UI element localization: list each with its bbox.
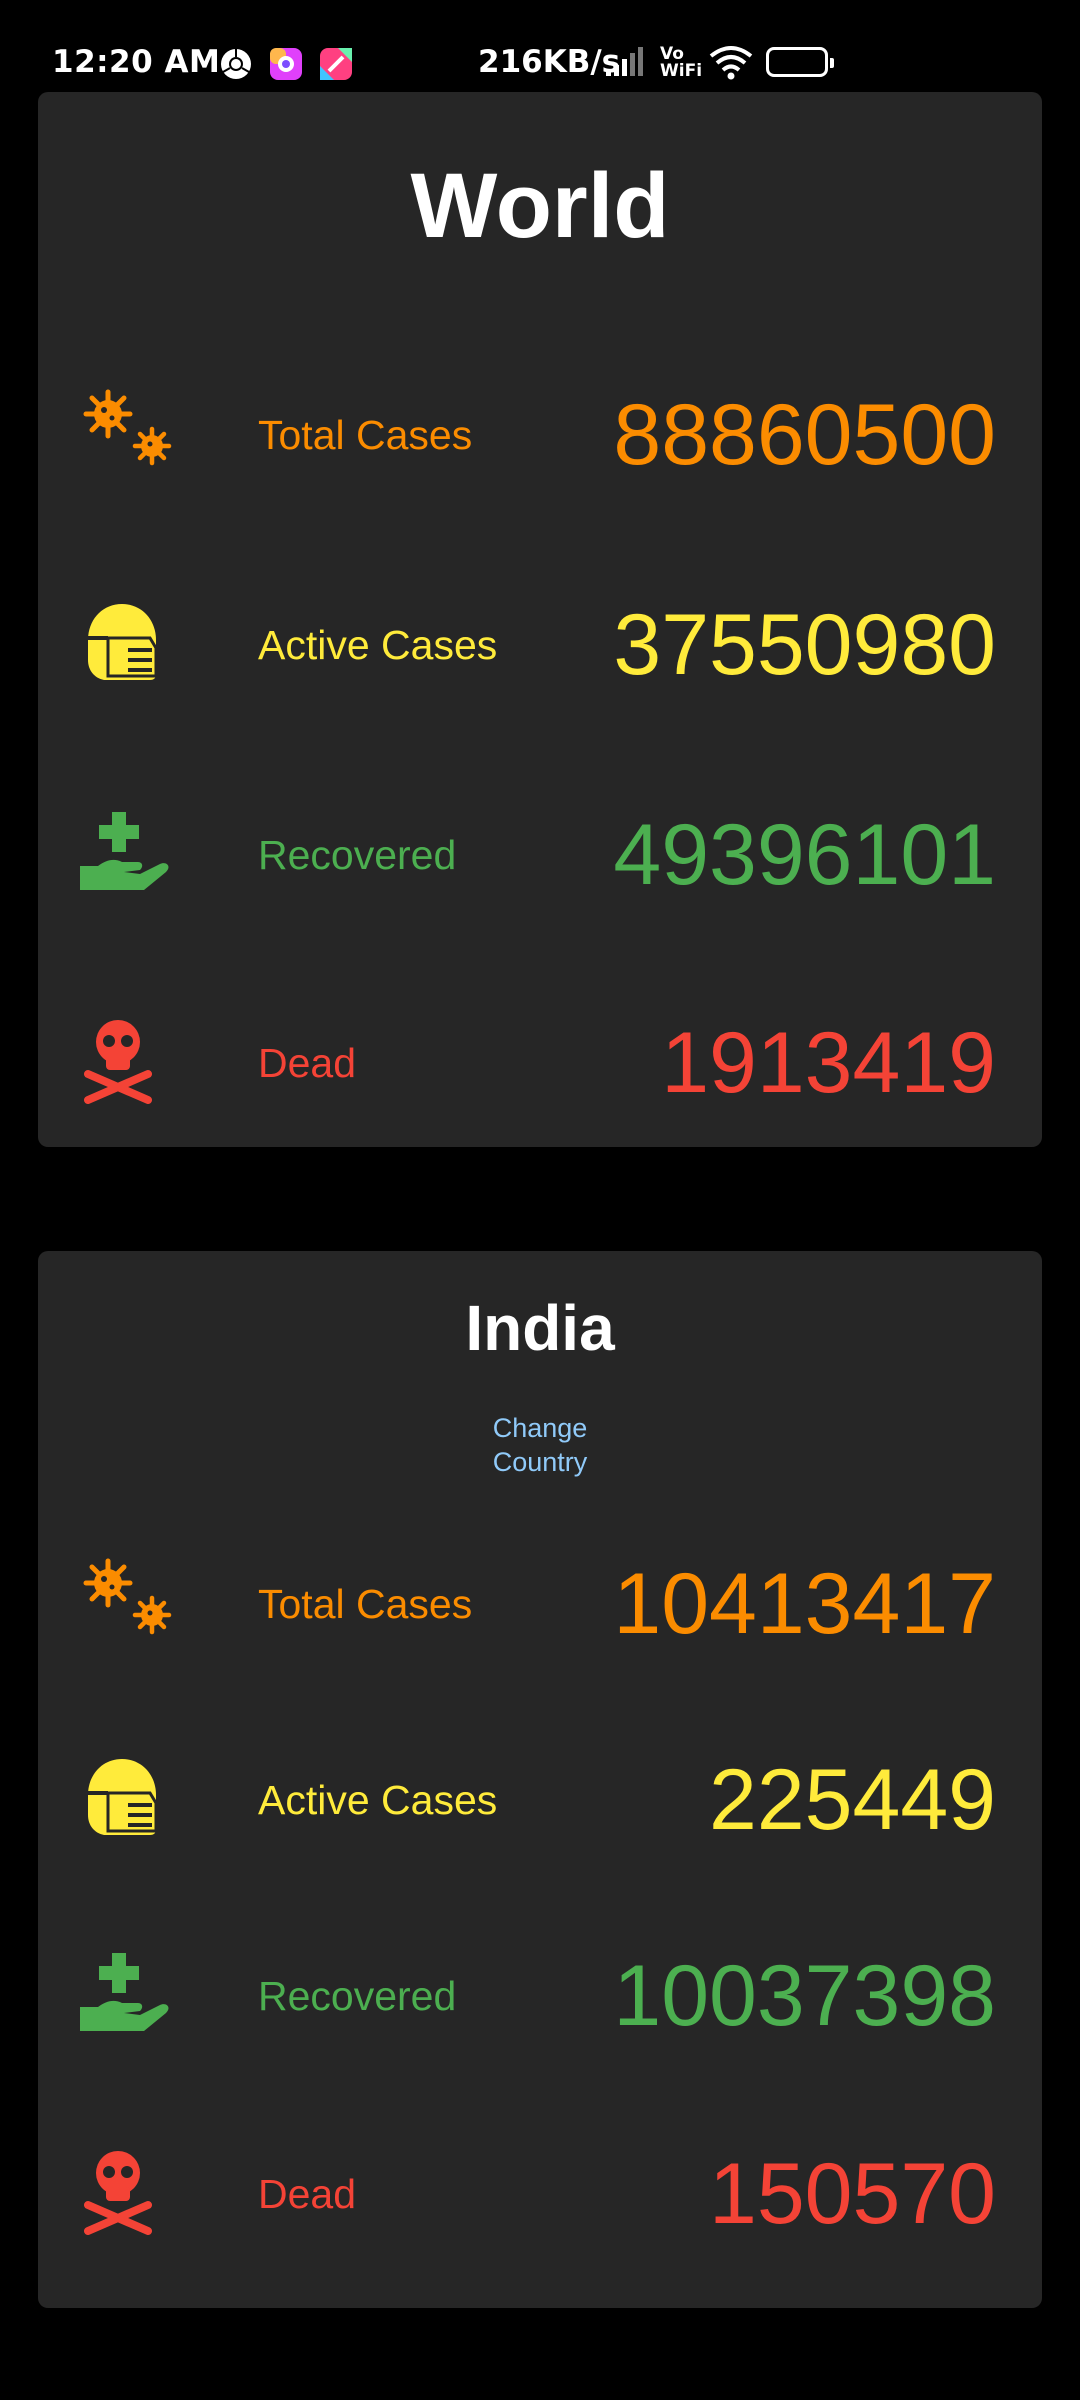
skull-crossbones-icon xyxy=(84,1020,152,1104)
virus-icon xyxy=(83,1558,172,1635)
country-stats-card: India Change Country Total Cases 1041341… xyxy=(38,1251,1042,2308)
wifi-icon xyxy=(709,46,753,80)
stat-label: Total Cases xyxy=(258,1581,473,1627)
photo-app-icon xyxy=(270,48,302,80)
status-bar: 12:20 AM 216KB/s Vo WiFi 51 xyxy=(0,0,1080,92)
stat-value: 1913419 xyxy=(661,1015,996,1111)
change-country-button[interactable]: Change Country xyxy=(38,1411,1042,1479)
stat-value: 225449 xyxy=(709,1752,996,1848)
hand-medical-icon xyxy=(80,1953,169,2031)
stat-value: 10037398 xyxy=(613,1948,996,2044)
stat-value: 49396101 xyxy=(613,807,996,903)
shortcut-app-icon xyxy=(320,48,352,80)
stat-row-active-cases: Active Cases 225449 xyxy=(38,1747,1042,1847)
stat-label: Dead xyxy=(258,2171,357,2217)
stat-row-dead: Dead 1913419 xyxy=(38,1010,1042,1110)
card-title-country: India xyxy=(465,1292,615,1364)
card-title-world: World xyxy=(410,155,670,257)
stat-row-total-cases: Total Cases 88860500 xyxy=(38,382,1042,482)
cellular-signal-icon xyxy=(606,47,643,76)
vowifi-indicator: Vo WiFi xyxy=(660,44,703,81)
stat-label: Recovered xyxy=(258,832,457,878)
status-time: 12:20 AM xyxy=(52,44,221,80)
world-stats-card: World Total Cases 88860500 Active Cases … xyxy=(38,92,1042,1147)
stat-label: Recovered xyxy=(258,1973,457,2019)
stat-label: Dead xyxy=(258,1040,357,1086)
masked-face-icon xyxy=(88,604,158,680)
stat-value: 10413417 xyxy=(613,1556,996,1652)
masked-face-icon xyxy=(88,1759,158,1835)
network-speed: 216KB/s xyxy=(478,44,621,80)
stat-label: Active Cases xyxy=(258,1777,498,1823)
hand-medical-icon xyxy=(80,812,169,890)
stat-label: Total Cases xyxy=(258,412,473,458)
battery-level-text: 51 xyxy=(783,49,811,73)
stat-row-recovered: Recovered 10037398 xyxy=(38,1943,1042,2043)
stat-value: 150570 xyxy=(709,2146,996,2242)
stat-row-active-cases: Active Cases 37550980 xyxy=(38,592,1042,692)
skull-crossbones-icon xyxy=(84,2151,152,2235)
battery-icon: 51 xyxy=(766,47,834,77)
stat-label: Active Cases xyxy=(258,622,498,668)
stat-row-recovered: Recovered 49396101 xyxy=(38,802,1042,902)
virus-icon xyxy=(83,389,172,466)
stat-row-total-cases: Total Cases 10413417 xyxy=(38,1551,1042,1651)
stat-row-dead: Dead 150570 xyxy=(38,2141,1042,2241)
chrome-icon xyxy=(221,49,251,79)
stat-value: 88860500 xyxy=(613,387,996,483)
stat-value: 37550980 xyxy=(613,597,996,693)
